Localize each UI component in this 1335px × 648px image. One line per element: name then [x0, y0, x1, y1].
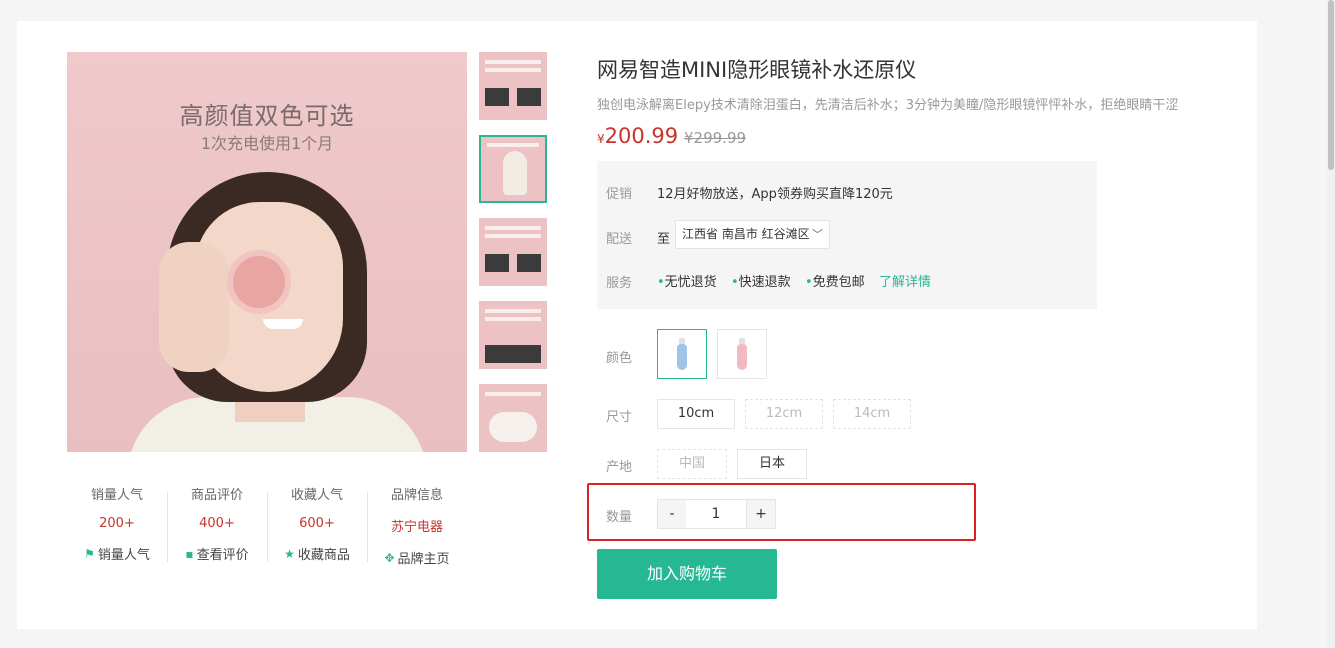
service-item-label: 快速退款 — [738, 275, 791, 290]
thumbnail-1[interactable] — [479, 52, 547, 120]
dot-icon: • — [731, 275, 739, 290]
stat-value: 400+ — [199, 516, 235, 531]
quantity-minus-button[interactable]: - — [657, 499, 687, 529]
main-product-image: 高颜值双色可选 1次充电使用1个月 — [67, 52, 467, 452]
thumbnail-5[interactable] — [479, 384, 547, 452]
stat-title: 商品评价 — [190, 488, 243, 503]
thumbnail-2[interactable] — [479, 135, 547, 203]
color-option-blue[interactable] — [657, 329, 707, 379]
delivery-prefix: 至 — [657, 232, 671, 247]
stat-value: 600+ — [299, 516, 335, 531]
stat-reviews: 商品评价 400+ ▪ 查看评价 — [167, 484, 267, 563]
origin-option[interactable]: 日本 — [737, 449, 807, 479]
stat-sales: 销量人气 200+ ⚑ 销量人气 — [67, 484, 167, 563]
service-item: •快速退款 — [731, 271, 791, 290]
service-item: •免费包邮 — [805, 271, 865, 290]
chevron-down-icon: ﹀ — [812, 228, 823, 241]
original-price: ¥299.99 — [684, 129, 747, 147]
model-hand — [159, 242, 229, 372]
quantity-input[interactable]: 1 — [686, 499, 746, 529]
size-label: 尺寸 — [606, 410, 633, 425]
product-device — [227, 250, 291, 314]
brand-icon: ✥ — [384, 550, 395, 565]
stat-title: 品牌信息 — [390, 488, 443, 503]
stat-link-favorites[interactable]: ★ 收藏商品 — [267, 544, 367, 564]
address-select[interactable]: 江西省 南昌市 红谷滩区 ﹀ — [675, 220, 830, 249]
promo-label: 促销 — [606, 187, 633, 202]
thumbnail-4[interactable] — [479, 301, 547, 369]
service-item-label: 无忧退货 — [664, 275, 717, 290]
scrollbar[interactable] — [1327, 0, 1335, 648]
address-value: 江西省 南昌市 红谷滩区 — [682, 227, 810, 241]
comment-icon: ▪ — [185, 546, 194, 561]
stat-link-label: 品牌主页 — [397, 552, 450, 567]
product-description: 独创电泳解离Elepy技术清除泪蛋白，先清洁后补水；3分钟为美瞳/隐形眼镜怦怦补… — [597, 98, 1179, 113]
price-symbol: ¥ — [597, 132, 605, 146]
stat-link-brand[interactable]: ✥ 品牌主页 — [367, 548, 467, 568]
quantity-plus-button[interactable]: + — [746, 499, 776, 529]
stat-link-label: 查看评价 — [196, 548, 249, 563]
stat-link-label: 销量人气 — [97, 548, 150, 563]
size-option[interactable]: 10cm — [657, 399, 735, 429]
size-option[interactable]: 12cm — [745, 399, 823, 429]
stat-link-sales[interactable]: ⚑ 销量人气 — [67, 544, 167, 564]
delivery-label: 配送 — [606, 232, 633, 247]
origin-label: 产地 — [606, 460, 633, 475]
service-item: •无忧退货 — [657, 271, 717, 290]
model-smile — [263, 319, 303, 329]
stat-value: 苏宁电器 — [390, 520, 443, 535]
stat-favorites: 收藏人气 600+ ★ 收藏商品 — [267, 484, 367, 563]
scrollbar-thumb[interactable] — [1328, 0, 1334, 170]
image-subline: 1次充电使用1个月 — [200, 134, 334, 153]
image-headline: 高颜值双色可选 — [179, 102, 355, 130]
promo-text: 12月好物放送，App领券购买直降120元 — [657, 187, 893, 202]
star-icon: ★ — [284, 546, 295, 561]
quantity-highlight — [587, 483, 976, 541]
stat-value: 200+ — [99, 516, 135, 531]
thumbnail-3[interactable] — [479, 218, 547, 286]
stat-title: 收藏人气 — [290, 488, 343, 503]
stat-brand: 品牌信息 苏宁电器 ✥ 品牌主页 — [367, 484, 467, 567]
dot-icon: • — [805, 275, 813, 290]
dot-icon: • — [657, 275, 665, 290]
service-details-link[interactable]: 了解详情 — [879, 271, 931, 290]
size-option[interactable]: 14cm — [833, 399, 911, 429]
stat-link-reviews[interactable]: ▪ 查看评价 — [167, 544, 267, 564]
add-to-cart-button[interactable]: 加入购物车 — [597, 549, 777, 599]
color-label: 颜色 — [606, 351, 633, 366]
service-item-label: 免费包邮 — [812, 275, 865, 290]
stat-link-label: 收藏商品 — [297, 548, 350, 563]
quantity-label: 数量 — [606, 510, 633, 525]
flag-icon: ⚑ — [84, 546, 95, 561]
color-option-pink[interactable] — [717, 329, 767, 379]
origin-option[interactable]: 中国 — [657, 449, 727, 479]
price-value: 200.99 — [604, 124, 679, 148]
product-price: ¥200.99 — [597, 124, 678, 148]
product-title: 网易智造MINI隐形眼镜补水还原仪 — [597, 58, 917, 82]
stat-title: 销量人气 — [90, 488, 143, 503]
service-label: 服务 — [606, 276, 633, 291]
